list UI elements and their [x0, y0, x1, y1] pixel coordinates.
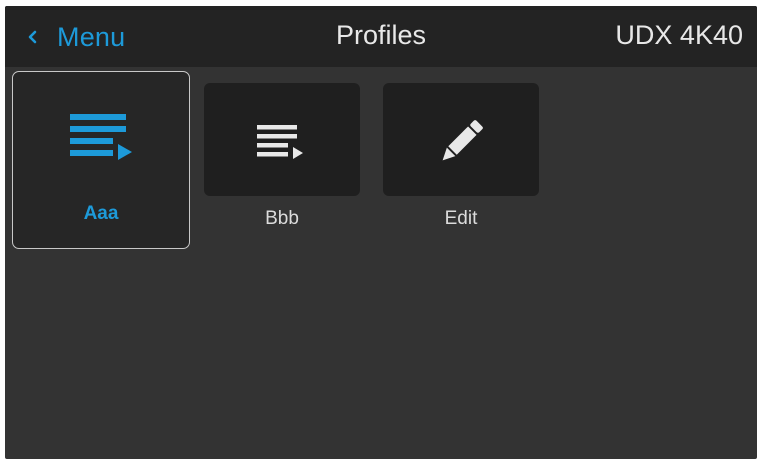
edit-tile[interactable]: Edit [383, 83, 539, 253]
edit-label: Edit [444, 208, 478, 229]
profile-tile-bbb[interactable]: Bbb [204, 83, 360, 253]
playlist-play-icon [257, 125, 303, 159]
back-menu-label: Menu [57, 21, 126, 52]
profiles-screen: Menu Profiles UDX 4K40 Aaa Bbb Edit [5, 6, 757, 459]
profile-label-aaa: Aaa [83, 203, 119, 224]
profile-label-bbb: Bbb [265, 208, 299, 229]
device-name: UDX 4K40 [615, 20, 743, 50]
pencil-icon [442, 120, 483, 161]
playlist-play-icon [70, 114, 132, 160]
back-menu-button[interactable]: Menu [27, 18, 125, 56]
chevron-left-icon [28, 30, 37, 44]
profile-tile-aaa[interactable]: Aaa [12, 71, 190, 249]
header-bar: Menu Profiles UDX 4K40 [5, 6, 757, 67]
